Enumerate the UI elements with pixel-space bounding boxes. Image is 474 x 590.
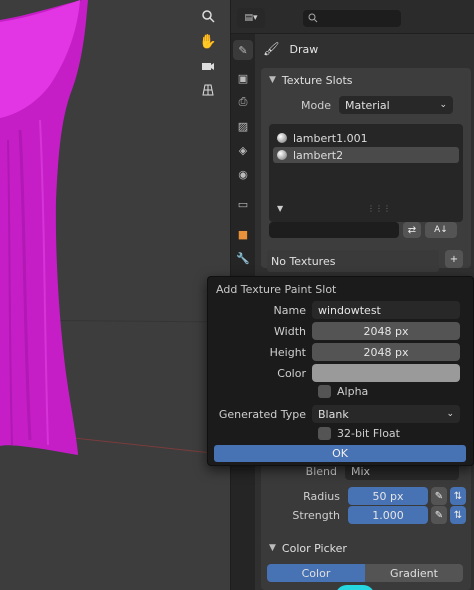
color-picker-header[interactable]: ▼ Color Picker bbox=[261, 536, 471, 560]
name-label: Name bbox=[273, 303, 306, 317]
tab-modifiers[interactable]: 🔧 bbox=[233, 248, 253, 268]
search-icon bbox=[308, 13, 318, 23]
tab-object[interactable]: ■ bbox=[233, 224, 253, 244]
texture-slots-title: Texture Slots bbox=[281, 73, 353, 87]
list-item[interactable]: lambert1.001 bbox=[273, 130, 459, 146]
add-texture-paint-slot-dialog: Add Texture Paint Slot Name windowtest W… bbox=[207, 276, 474, 466]
alpha-row: Alpha bbox=[318, 385, 368, 398]
pen-pressure-icon[interactable]: ✎ bbox=[431, 487, 447, 505]
tab-view-layer[interactable]: ▨ bbox=[233, 116, 253, 136]
generated-type-label: Generated Type bbox=[218, 407, 306, 421]
mode-row: Mode Material ⌄ bbox=[261, 96, 471, 114]
zoom-icon[interactable] bbox=[196, 4, 220, 28]
chevron-down-icon: ▼ bbox=[269, 75, 276, 85]
tab-render[interactable]: ▣ bbox=[233, 68, 253, 88]
float-checkbox[interactable] bbox=[318, 427, 331, 440]
no-textures-label: No Textures bbox=[271, 254, 336, 268]
strength-unit-icon[interactable]: ⇅ bbox=[450, 506, 466, 524]
width-row: Width 2048 px bbox=[208, 322, 474, 340]
blend-value: Mix bbox=[351, 464, 371, 478]
dialog-title: Add Texture Paint Slot bbox=[216, 283, 337, 296]
mode-value: Material bbox=[345, 98, 390, 112]
material-sphere-icon bbox=[277, 133, 287, 143]
ok-button[interactable]: OK bbox=[214, 445, 466, 462]
blend-label: Blend bbox=[305, 464, 337, 478]
tab-scene[interactable]: ◈ bbox=[233, 140, 253, 160]
slot-label: lambert1.001 bbox=[293, 131, 368, 145]
generated-type-row: Generated Type Blank ⌄ bbox=[208, 405, 474, 423]
tab-color[interactable]: Color bbox=[267, 564, 365, 582]
height-field[interactable]: 2048 px bbox=[312, 343, 460, 361]
swap-icon[interactable]: ⇄ bbox=[403, 222, 421, 238]
add-texture-slot-button[interactable]: + bbox=[445, 250, 463, 268]
filter-input[interactable] bbox=[269, 222, 399, 238]
texture-slot-list[interactable]: lambert1.001 lambert2 ▼ ⋮⋮⋮ bbox=[269, 124, 463, 222]
tab-tool[interactable]: ✎ bbox=[233, 40, 253, 60]
tab-gradient[interactable]: Gradient bbox=[365, 564, 463, 582]
list-item[interactable]: lambert2 bbox=[273, 147, 459, 163]
strength-field[interactable]: 1.000 bbox=[348, 506, 428, 524]
search-input[interactable] bbox=[303, 10, 401, 27]
color-row: Color bbox=[208, 364, 474, 382]
brush-icon: 🖌 bbox=[263, 41, 280, 57]
chevron-down-icon: ⌄ bbox=[439, 100, 447, 110]
chevron-down-icon: ▼ bbox=[269, 543, 276, 553]
generated-type-dropdown[interactable]: Blank ⌄ bbox=[312, 405, 460, 423]
tab-world[interactable]: ◉ bbox=[233, 164, 253, 184]
color-wheel[interactable] bbox=[335, 585, 375, 590]
slot-label: lambert2 bbox=[293, 148, 344, 162]
generated-type-value: Blank bbox=[318, 407, 349, 421]
color-swatch[interactable] bbox=[312, 364, 460, 382]
filter-row: ⇄ A↓ bbox=[269, 222, 463, 238]
color-mode-tabs: Color Gradient bbox=[267, 564, 463, 582]
name-input[interactable]: windowtest bbox=[312, 301, 460, 319]
height-label: Height bbox=[269, 345, 306, 359]
strength-value: 1.000 bbox=[372, 508, 404, 522]
sort-alpha-icon[interactable]: A↓ bbox=[425, 222, 457, 238]
radius-value: 50 px bbox=[372, 489, 404, 503]
float-label: 32-bit Float bbox=[337, 427, 400, 440]
tab-collection[interactable]: ▭ bbox=[233, 194, 253, 214]
height-value: 2048 px bbox=[363, 345, 409, 359]
name-value: windowtest bbox=[318, 303, 381, 317]
grid-icon[interactable] bbox=[196, 78, 220, 102]
3d-viewport[interactable]: ✋ bbox=[0, 0, 230, 590]
material-sphere-icon bbox=[277, 150, 287, 160]
width-value: 2048 px bbox=[363, 324, 409, 338]
no-textures-row: No Textures bbox=[267, 250, 439, 272]
strength-row: Strength 1.000 ✎ ⇅ bbox=[261, 506, 471, 524]
color-picker-panel: ▼ Color Picker Color Gradient bbox=[261, 536, 471, 590]
tool-name: Draw bbox=[289, 42, 319, 56]
editor-type-button[interactable]: ▤▾ bbox=[237, 8, 265, 28]
alpha-label: Alpha bbox=[337, 385, 369, 398]
radius-unit-icon[interactable]: ⇅ bbox=[450, 487, 466, 505]
height-row: Height 2048 px bbox=[208, 343, 474, 361]
radius-row: Radius 50 px ✎ ⇅ bbox=[261, 487, 471, 505]
texture-slots-header[interactable]: ▼ Texture Slots bbox=[261, 68, 471, 92]
alpha-checkbox[interactable] bbox=[318, 385, 331, 398]
radius-label: Radius bbox=[303, 489, 340, 503]
width-label: Width bbox=[274, 324, 306, 338]
radius-field[interactable]: 50 px bbox=[348, 487, 428, 505]
mode-label: Mode bbox=[301, 98, 331, 112]
strength-label: Strength bbox=[292, 508, 340, 522]
pen-pressure-icon[interactable]: ✎ bbox=[431, 506, 447, 524]
texture-slots-panel: ▼ Texture Slots Mode Material ⌄ lambert1… bbox=[261, 68, 471, 268]
properties-header: ▤▾ bbox=[231, 0, 474, 34]
mode-dropdown[interactable]: Material ⌄ bbox=[339, 96, 453, 114]
float-row: 32-bit Float bbox=[318, 427, 400, 440]
camera-icon[interactable] bbox=[196, 54, 220, 78]
resize-handle-icon[interactable]: ⋮⋮⋮ bbox=[367, 204, 391, 213]
color-picker-title: Color Picker bbox=[281, 541, 347, 555]
tab-output[interactable]: ⎙ bbox=[233, 92, 253, 112]
color-label: Color bbox=[277, 366, 306, 380]
name-row: Name windowtest bbox=[208, 301, 474, 319]
active-tool-row: 🖌 Draw bbox=[263, 38, 318, 60]
width-field[interactable]: 2048 px bbox=[312, 322, 460, 340]
chevron-down-icon: ⌄ bbox=[446, 409, 454, 419]
hand-icon[interactable]: ✋ bbox=[196, 30, 220, 54]
expand-list-icon[interactable]: ▼ bbox=[277, 204, 283, 213]
brush-settings-panel: Blend Mix Radius 50 px ✎ ⇅ Strength 1.00… bbox=[261, 454, 471, 544]
